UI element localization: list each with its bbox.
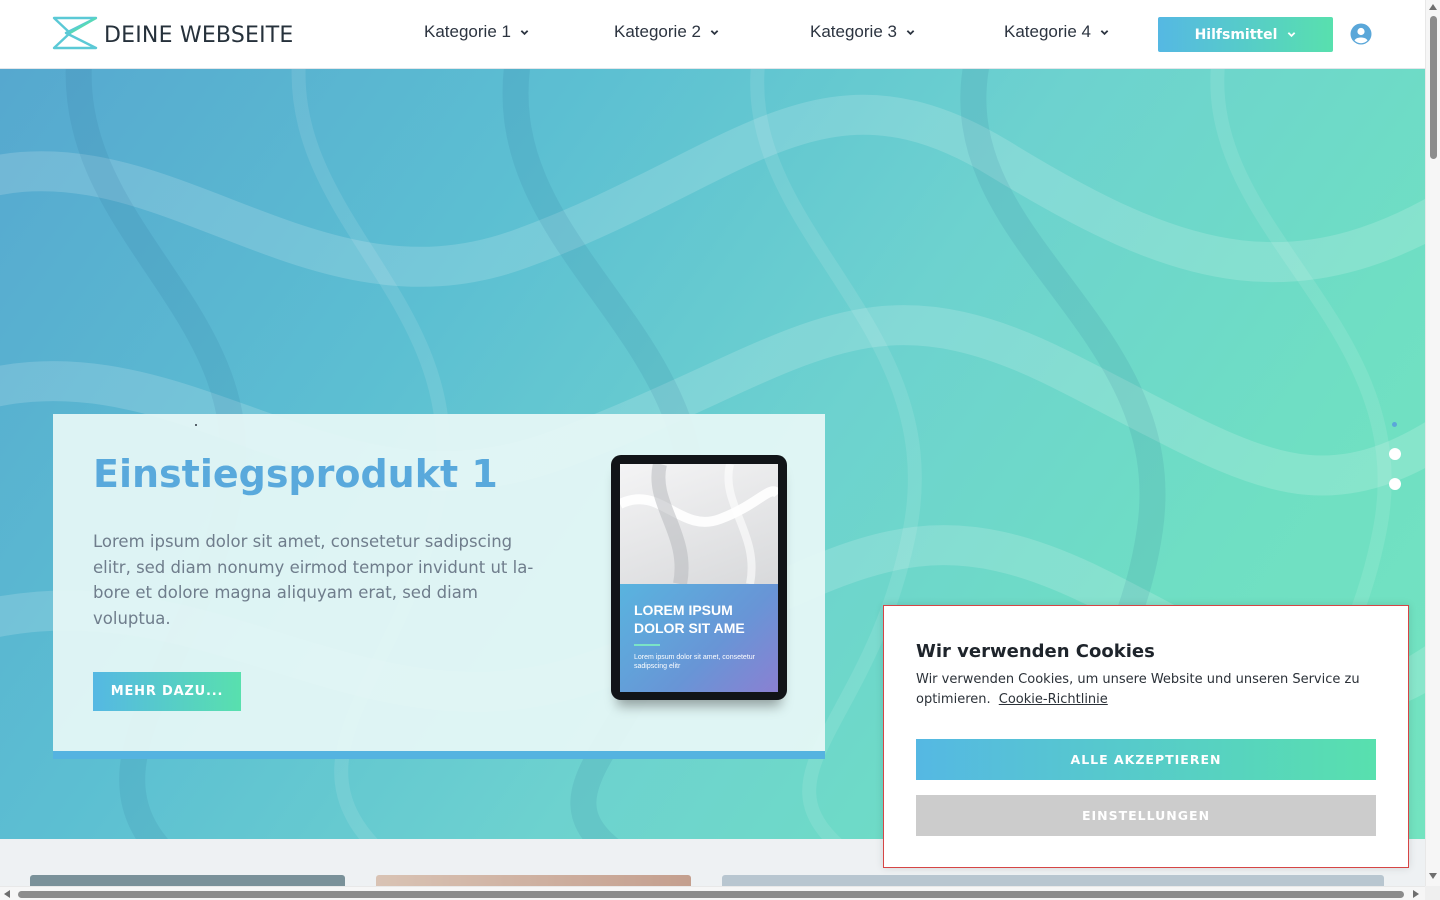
cookie-policy-link[interactable]: Cookie-Richtlinie <box>999 692 1108 707</box>
logo-icon <box>52 16 98 54</box>
nav-label: Kategorie 1 <box>424 22 511 41</box>
site-logo[interactable]: DEINE WEBSEITE <box>52 16 294 54</box>
tablet-screen: LOREM IPSUM DOLOR SIT AME Lorem ipsum do… <box>620 464 778 692</box>
tablet-headline: LOREM IPSUM DOLOR SIT AME <box>634 602 745 636</box>
tablet-wave-graphic <box>620 464 778 584</box>
product-description: Lorem ipsum dolor sit amet, consetetur s… <box>93 532 534 629</box>
tablet-subline: Lorem ipsum dolor sit amet, consetetur s… <box>634 654 755 670</box>
nav-kategorie-4[interactable]: Kategorie 4 <box>1004 22 1109 42</box>
cookie-banner: Wir verwenden Cookies Wir verwenden Cook… <box>883 605 1409 868</box>
cookie-description: Wir verwenden Cookies, um unsere Website… <box>916 672 1360 707</box>
horizontal-scrollbar[interactable] <box>0 886 1425 900</box>
scroll-down-arrow-icon[interactable] <box>1429 873 1437 879</box>
slider-dot-3[interactable] <box>1389 478 1401 490</box>
site-name: DEINE WEBSEITE <box>104 22 294 48</box>
cookie-title: Wir verwenden Cookies <box>916 641 1155 662</box>
vertical-scroll-thumb[interactable] <box>1430 16 1437 159</box>
hilfsmittel-label: Hilfsmittel <box>1194 26 1278 43</box>
hilfsmittel-button[interactable]: Hilfsmittel <box>1158 17 1333 52</box>
tablet-frame: LOREM IPSUM DOLOR SIT AME Lorem ipsum do… <box>611 455 787 700</box>
scroll-up-arrow-icon[interactable] <box>1429 4 1437 10</box>
cookie-text: Wir verwenden Cookies, um unsere Website… <box>916 670 1378 710</box>
nav-label: Kategorie 3 <box>810 22 897 41</box>
scroll-right-arrow-icon[interactable] <box>1413 890 1419 898</box>
nav-kategorie-2[interactable]: Kategorie 2 <box>614 22 719 42</box>
tablet-divider <box>634 644 660 646</box>
product-title: Einstiegsprodukt 1 <box>93 452 498 496</box>
horizontal-scroll-thumb[interactable] <box>18 891 1404 898</box>
nav-label: Kategorie 4 <box>1004 22 1091 41</box>
mehr-dazu-button[interactable]: MEHR DAZU... <box>93 672 241 711</box>
chevron-down-icon <box>906 28 915 37</box>
site-header: DEINE WEBSEITE Kategorie 1 Kategorie 2 K… <box>0 0 1425 69</box>
product-card: Einstiegsprodukt 1 Lorem ipsum dolor sit… <box>53 414 825 759</box>
vertical-scrollbar[interactable] <box>1425 0 1440 886</box>
slider-dot-2[interactable] <box>1389 448 1401 460</box>
slider-dot-1[interactable] <box>1392 422 1397 427</box>
chevron-down-icon <box>1100 28 1109 37</box>
accept-all-button[interactable]: ALLE AKZEPTIEREN <box>916 739 1376 780</box>
user-circle-icon[interactable] <box>1350 23 1372 45</box>
decorative-dot <box>195 424 197 426</box>
nav-kategorie-1[interactable]: Kategorie 1 <box>424 22 529 42</box>
chevron-down-icon <box>710 28 719 37</box>
nav-kategorie-3[interactable]: Kategorie 3 <box>810 22 915 42</box>
chevron-down-icon <box>520 28 529 37</box>
chevron-down-icon <box>1287 30 1296 39</box>
scroll-left-arrow-icon[interactable] <box>4 890 10 898</box>
tablet-cover-panel: LOREM IPSUM DOLOR SIT AME Lorem ipsum do… <box>620 584 778 692</box>
cookie-settings-button[interactable]: EINSTELLUNGEN <box>916 795 1376 836</box>
tablet-image: LOREM IPSUM DOLOR SIT AME Lorem ipsum do… <box>611 455 789 701</box>
scrollbar-corner <box>1425 886 1440 900</box>
nav-label: Kategorie 2 <box>614 22 701 41</box>
